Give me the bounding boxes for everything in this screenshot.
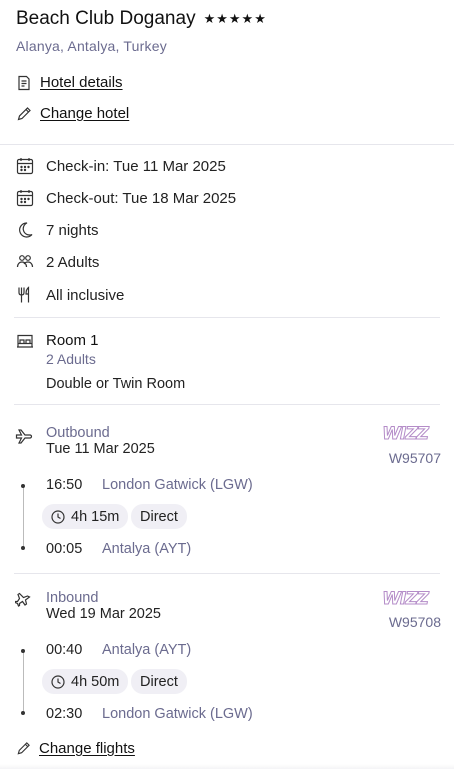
change-flights-label[interactable]: Change flights — [39, 740, 135, 757]
section-divider — [0, 144, 454, 145]
outbound-depart-place: London Gatwick (LGW) — [102, 477, 253, 493]
room-type: Double or Twin Room — [46, 376, 186, 392]
inbound-duration: 4h 50m — [71, 673, 120, 690]
timeline-dot — [21, 484, 25, 488]
pencil-icon — [16, 106, 32, 122]
guests-row: 2 Adults — [16, 253, 99, 271]
timeline-line — [23, 487, 24, 547]
change-hotel-link[interactable]: Change hotel — [16, 105, 129, 122]
checkout-row: Check-out: Tue 18 Mar 2025 — [16, 189, 236, 207]
inbound-label: Inbound — [46, 590, 99, 606]
wizz-logo: WIZZ — [382, 424, 430, 445]
document-icon — [16, 75, 32, 91]
bed-icon — [16, 333, 34, 354]
inbound-flight-number: W95708 — [388, 614, 441, 630]
room-guests: 2 Adults — [46, 351, 96, 367]
timeline-line — [23, 652, 24, 712]
duration-pill: 4h 15m — [42, 504, 129, 529]
wizz-logo: WIZZ — [382, 589, 430, 610]
inbound-arrive-time: 02:30 — [46, 706, 83, 722]
checkout-label: Check-out: Tue 18 Mar 2025 — [46, 189, 237, 207]
pencil-icon — [16, 741, 31, 756]
bottom-edge — [0, 764, 454, 769]
checkin-row: Check-in: Tue 11 Mar 2025 — [16, 157, 226, 175]
change-flights-link[interactable]: Change flights — [16, 740, 135, 757]
nights-label: 7 nights — [46, 221, 99, 239]
duration-pill: 4h 50m — [42, 669, 129, 694]
room-title: Room 1 — [46, 332, 99, 349]
outbound-arrive-place: Antalya (AYT) — [102, 541, 192, 557]
inbound-stops: Direct — [140, 673, 178, 690]
guests-label: 2 Adults — [46, 253, 100, 271]
star-rating: ★★★★★ — [203, 11, 267, 26]
outbound-duration: 4h 15m — [71, 508, 120, 525]
plane-arrival-icon — [14, 591, 33, 614]
nights-row: 7 nights — [16, 221, 99, 239]
board-row: All inclusive — [16, 286, 124, 304]
checkin-label: Check-in: Tue 11 Mar 2025 — [46, 157, 226, 175]
plane-departure-icon — [15, 426, 33, 449]
timeline-dot — [21, 649, 25, 653]
clock-icon — [51, 674, 65, 689]
hotel-title: Beach Club Doganay ★★★★★ — [16, 8, 267, 30]
change-hotel-label[interactable]: Change hotel — [40, 105, 129, 122]
section-divider — [14, 404, 440, 405]
outbound-label: Outbound — [46, 425, 110, 441]
stops-pill: Direct — [131, 504, 187, 529]
hotel-details-label[interactable]: Hotel details — [40, 74, 123, 91]
outbound-depart-time: 16:50 — [46, 477, 83, 493]
section-divider — [14, 317, 440, 318]
outbound-arrive-time: 00:05 — [46, 541, 83, 557]
outbound-date: Tue 11 Mar 2025 — [46, 441, 155, 457]
moon-icon — [16, 221, 34, 239]
hotel-name: Beach Club Doganay — [16, 8, 196, 29]
people-icon — [16, 253, 34, 271]
hotel-location: Alanya, Antalya, Turkey — [16, 38, 167, 54]
outbound-flight-number: W95707 — [388, 450, 441, 466]
section-divider — [14, 573, 440, 574]
board-label: All inclusive — [46, 286, 125, 304]
timeline-dot — [21, 546, 25, 550]
inbound-depart-place: Antalya (AYT) — [102, 642, 192, 658]
calendar-icon — [16, 157, 34, 175]
inbound-date: Wed 19 Mar 2025 — [46, 606, 161, 622]
clock-icon — [51, 509, 65, 524]
timeline-dot — [21, 711, 25, 715]
hotel-details-link[interactable]: Hotel details — [16, 74, 123, 91]
outbound-stops: Direct — [140, 508, 178, 525]
inbound-depart-time: 00:40 — [46, 642, 83, 658]
cutlery-icon — [16, 286, 34, 304]
inbound-arrive-place: London Gatwick (LGW) — [102, 706, 253, 722]
stops-pill: Direct — [131, 669, 187, 694]
calendar-icon — [16, 189, 34, 207]
